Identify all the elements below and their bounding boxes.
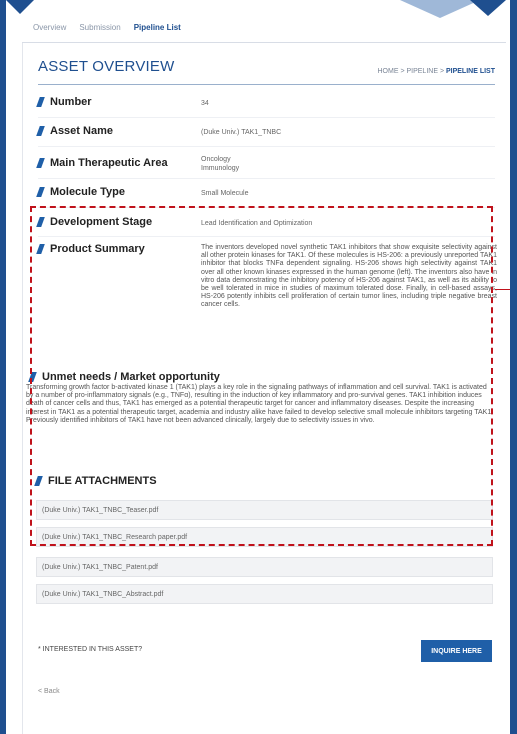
row-divider bbox=[38, 146, 495, 147]
therapeutic-area-label: Main Therapeutic Area bbox=[36, 157, 168, 169]
number-value: 34 bbox=[201, 100, 209, 107]
inquire-here-button[interactable]: INQUIRE HERE bbox=[421, 640, 492, 662]
asset-name-label: Asset Name bbox=[36, 125, 113, 137]
page-title: ASSET OVERVIEW bbox=[38, 58, 175, 75]
number-label-text: Number bbox=[50, 96, 92, 108]
tab-bar: Overview Submission Pipeline List bbox=[33, 23, 181, 32]
breadcrumb-home[interactable]: HOME bbox=[378, 68, 399, 75]
highlight-box bbox=[30, 206, 493, 546]
tab-overview[interactable]: Overview bbox=[33, 23, 66, 32]
therapeutic-area-value: Oncology Immunology bbox=[201, 155, 239, 173]
molecule-type-label: Molecule Type bbox=[36, 186, 125, 198]
file-attachment-patent[interactable]: (Duke Univ.) TAK1_TNBC_Patent.pdf bbox=[36, 557, 493, 577]
interest-prompt: * INTERESTED IN THIS ASSET? bbox=[38, 646, 143, 653]
slash-icon bbox=[36, 126, 45, 136]
tab-pipeline-list[interactable]: Pipeline List bbox=[134, 23, 181, 32]
asset-name-value: (Duke Univ.) TAK1_TNBC bbox=[201, 129, 282, 136]
right-frame-bar bbox=[510, 0, 517, 734]
tab-divider bbox=[22, 42, 506, 43]
breadcrumb: HOME > PIPELINE > PIPELINE LIST bbox=[378, 68, 496, 75]
tab-submission[interactable]: Submission bbox=[79, 23, 120, 32]
row-divider bbox=[38, 117, 495, 118]
breadcrumb-pipeline[interactable]: PIPELINE bbox=[406, 68, 438, 75]
therapeutic-area-immunology: Immunology bbox=[201, 165, 240, 172]
back-link[interactable]: < Back bbox=[38, 688, 60, 695]
slash-icon bbox=[36, 97, 45, 107]
row-divider bbox=[38, 178, 495, 179]
title-rule bbox=[38, 84, 495, 85]
therapeutic-area-label-text: Main Therapeutic Area bbox=[50, 157, 168, 169]
slash-icon bbox=[36, 187, 45, 197]
molecule-type-value: Small Molecule bbox=[201, 190, 249, 197]
molecule-type-label-text: Molecule Type bbox=[50, 186, 125, 198]
number-label: Number bbox=[36, 96, 92, 108]
breadcrumb-current: PIPELINE LIST bbox=[445, 68, 495, 75]
left-frame-bar bbox=[0, 0, 6, 734]
asset-name-label-text: Asset Name bbox=[50, 125, 113, 137]
slash-icon bbox=[36, 158, 45, 168]
highlight-callout-line bbox=[495, 289, 510, 290]
top-decoration bbox=[0, 0, 517, 20]
breadcrumb-separator: > bbox=[438, 68, 446, 75]
therapeutic-area-oncology: Oncology bbox=[201, 156, 231, 163]
file-attachment-abstract[interactable]: (Duke Univ.) TAK1_TNBC_Abstract.pdf bbox=[36, 584, 493, 604]
